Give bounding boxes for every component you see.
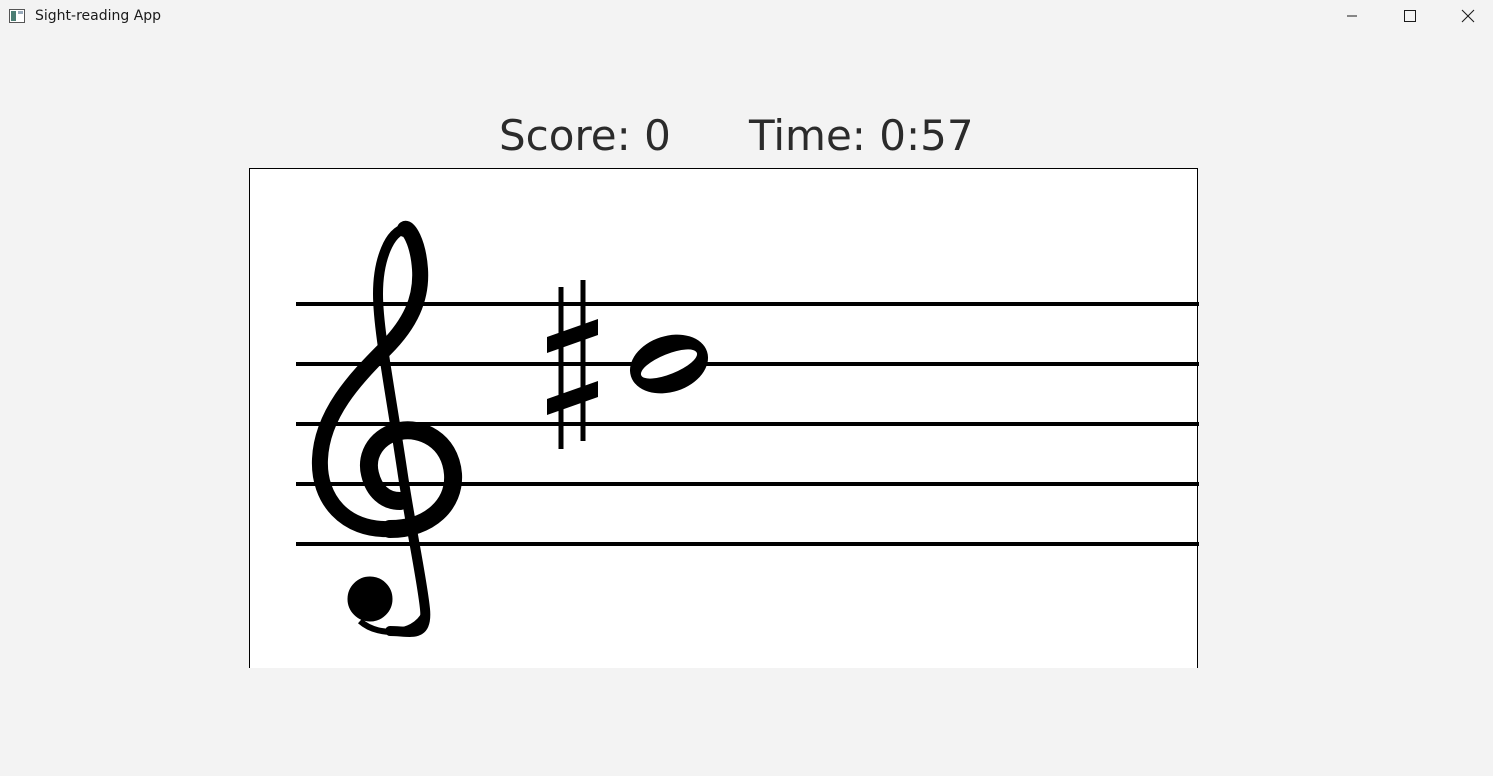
score-label: Score: 0 [499,111,671,160]
app-window: Sight-reading App Score: 0 Time: 0:57 [0,0,1493,776]
staff-svg [296,220,1199,637]
window-title: Sight-reading App [35,8,162,24]
time-label: Time: 0:57 [749,111,974,160]
close-icon [1461,9,1475,23]
staff-canvas[interactable] [249,168,1199,668]
minimize-button[interactable] [1323,0,1381,32]
app-window-icon [9,8,25,23]
close-button[interactable] [1439,0,1493,32]
treble-clef-icon [311,220,463,637]
maximize-icon [1404,10,1416,22]
minimize-icon [1346,10,1358,22]
stats-bar: Score: 0 Time: 0:57 [0,108,1493,164]
title-bar[interactable]: Sight-reading App [0,0,1493,32]
whole-note-icon [629,334,709,394]
maximize-button[interactable] [1381,0,1439,32]
